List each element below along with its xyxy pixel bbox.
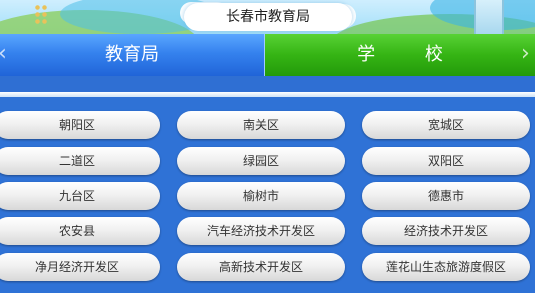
district-button-lvyuan[interactable]: 绿园区 bbox=[177, 147, 345, 175]
category-tabs: 教育局 ‹ 学 校 › bbox=[0, 34, 535, 76]
tab-education-bureau[interactable]: 教育局 bbox=[0, 34, 265, 76]
district-button-shuangyang[interactable]: 双阳区 bbox=[362, 147, 530, 175]
district-button-nongan[interactable]: 农安县 bbox=[0, 217, 160, 245]
district-button-auto-economic-zone[interactable]: 汽车经济技术开发区 bbox=[177, 217, 345, 245]
district-button-nanguan[interactable]: 南关区 bbox=[177, 111, 345, 139]
tab-school-label: 学 校 bbox=[357, 44, 465, 65]
district-button-jingyue[interactable]: 净月经济开发区 bbox=[0, 253, 160, 281]
page-title: 长春市教育局 bbox=[184, 3, 352, 31]
district-button-kuancheng[interactable]: 宽城区 bbox=[362, 111, 530, 139]
district-button-dehui[interactable]: 德惠市 bbox=[362, 182, 530, 210]
chevron-left-icon[interactable]: ‹ bbox=[0, 34, 7, 76]
chevron-right-icon[interactable]: › bbox=[521, 34, 530, 76]
district-button-jiutai[interactable]: 九台区 bbox=[0, 182, 160, 210]
district-button-chaoyang[interactable]: 朝阳区 bbox=[0, 111, 160, 139]
tab-school[interactable]: 学 校 bbox=[265, 34, 535, 76]
district-button-lianhuashan[interactable]: 莲花山生态旅游度假区 bbox=[362, 253, 530, 281]
district-button-hightech-zone[interactable]: 高新技术开发区 bbox=[177, 253, 345, 281]
banner-dots-decoration bbox=[34, 4, 48, 26]
tower-icon bbox=[474, 0, 504, 34]
district-button-economic-tech-zone[interactable]: 经济技术开发区 bbox=[362, 217, 530, 245]
district-button-erdao[interactable]: 二道区 bbox=[0, 147, 160, 175]
tab-education-bureau-label: 教育局 bbox=[105, 44, 159, 65]
header-banner: 长春市教育局 bbox=[0, 0, 535, 34]
district-button-yushu[interactable]: 榆树市 bbox=[177, 182, 345, 210]
